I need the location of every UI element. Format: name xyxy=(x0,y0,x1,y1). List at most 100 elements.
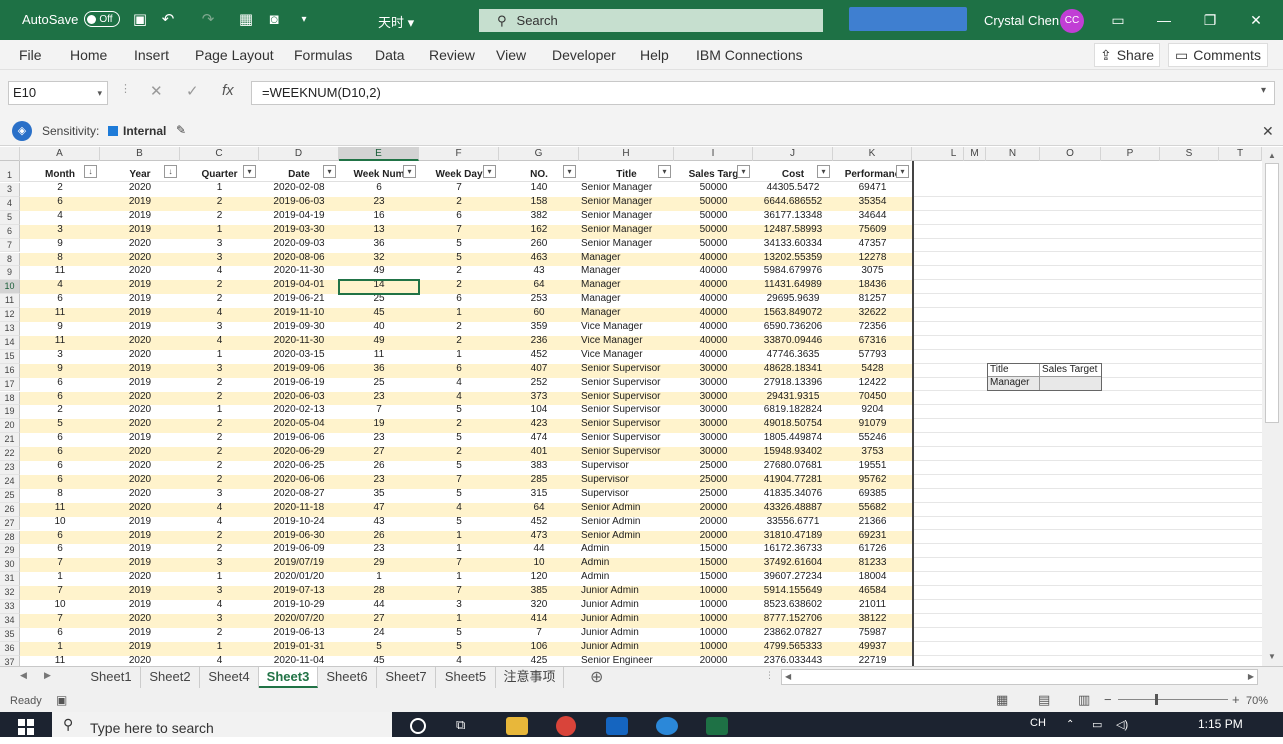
column-header-b[interactable]: B xyxy=(100,147,180,161)
cell[interactable]: 2019-04-01 xyxy=(259,280,339,294)
cell[interactable]: 2019-09-30 xyxy=(259,322,339,336)
cell[interactable]: 69385 xyxy=(833,489,912,503)
cell[interactable]: 2 xyxy=(180,475,259,489)
horizontal-scrollbar[interactable]: ◀ ▶ xyxy=(781,669,1258,685)
cell[interactable]: 2019 xyxy=(100,531,180,545)
cell[interactable]: 2020 xyxy=(100,266,180,280)
cell[interactable]: 2019 xyxy=(100,517,180,531)
cell[interactable]: 6 xyxy=(20,461,100,475)
row-header[interactable]: 32 xyxy=(0,586,20,600)
cell[interactable]: 2 xyxy=(180,280,259,294)
cell[interactable]: 2 xyxy=(180,197,259,211)
enter-icon[interactable]: ✓ xyxy=(186,82,199,100)
row-header[interactable]: 22 xyxy=(0,447,20,461)
cell[interactable]: 60 xyxy=(499,308,579,322)
cell[interactable]: Vice Manager xyxy=(579,350,674,364)
cell[interactable]: 15000 xyxy=(674,544,753,558)
cell[interactable]: 45 xyxy=(339,656,419,666)
cell[interactable]: 2019 xyxy=(100,558,180,572)
row-header[interactable]: 6 xyxy=(0,224,20,239)
cell[interactable]: 1 xyxy=(180,572,259,586)
cell[interactable]: 44305.5472 xyxy=(753,183,833,197)
cell[interactable]: 4 xyxy=(180,600,259,614)
cell[interactable]: 2020 xyxy=(100,475,180,489)
cell[interactable]: 91079 xyxy=(833,419,912,433)
cell[interactable]: Senior Manager xyxy=(579,197,674,211)
cell[interactable]: 3 xyxy=(180,239,259,253)
cell[interactable]: Senior Supervisor xyxy=(579,405,674,419)
name-box[interactable]: E10 ▾ xyxy=(8,81,108,105)
cell[interactable]: 9204 xyxy=(833,405,912,419)
cell[interactable]: 6 xyxy=(20,544,100,558)
filter-dropdown-icon[interactable]: ↓ xyxy=(84,165,97,178)
filter-dropdown-icon[interactable]: ▾ xyxy=(243,165,256,178)
cell[interactable]: 5 xyxy=(419,253,499,267)
cell[interactable]: 1 xyxy=(180,183,259,197)
row-header[interactable]: 29 xyxy=(0,544,20,559)
cell[interactable]: Senior Manager xyxy=(579,211,674,225)
cell[interactable]: 2020-08-06 xyxy=(259,253,339,267)
cell[interactable]: Supervisor xyxy=(579,489,674,503)
cell[interactable]: 15948.93402 xyxy=(753,447,833,461)
cell[interactable]: 2 xyxy=(180,294,259,308)
cell[interactable]: Manager xyxy=(579,266,674,280)
search-box[interactable]: ⚲ Search xyxy=(479,9,823,32)
cell[interactable]: 6819.182824 xyxy=(753,405,833,419)
vertical-scrollbar[interactable]: ▲ ▼ xyxy=(1262,147,1283,666)
cell[interactable]: 2019/07/19 xyxy=(259,558,339,572)
empty-row[interactable] xyxy=(914,308,1262,322)
row-header[interactable]: 17 xyxy=(0,377,20,392)
empty-row[interactable] xyxy=(914,294,1262,309)
cell[interactable]: 2020 xyxy=(100,350,180,364)
cell[interactable]: 1 xyxy=(180,225,259,239)
cell[interactable]: 2 xyxy=(419,197,499,211)
column-header-p[interactable]: P xyxy=(1101,147,1160,161)
cell[interactable]: 49937 xyxy=(833,642,912,656)
sheet-tab[interactable]: Sheet4 xyxy=(200,667,259,688)
empty-row[interactable] xyxy=(914,336,1262,350)
cell[interactable]: Senior Supervisor xyxy=(579,392,674,406)
cell[interactable]: Supervisor xyxy=(579,461,674,475)
page-break-view-icon[interactable]: ▥ xyxy=(1078,692,1090,708)
cell[interactable]: 8523.638602 xyxy=(753,600,833,614)
save-icon[interactable]: ▣ xyxy=(130,10,150,30)
cell[interactable]: 23 xyxy=(339,392,419,406)
cell[interactable]: 47357 xyxy=(833,239,912,253)
cell[interactable]: Senior Supervisor xyxy=(579,364,674,378)
cell[interactable]: 260 xyxy=(499,239,579,253)
cell[interactable]: 75609 xyxy=(833,225,912,239)
active-cell[interactable] xyxy=(338,279,420,296)
cell[interactable]: Junior Admin xyxy=(579,628,674,642)
cell[interactable]: 253 xyxy=(499,294,579,308)
cell[interactable]: 11 xyxy=(20,266,100,280)
cell[interactable]: 26 xyxy=(339,531,419,545)
cell[interactable]: 423 xyxy=(499,419,579,433)
cell[interactable]: Senior Admin xyxy=(579,503,674,517)
cell[interactable]: 2019 xyxy=(100,211,180,225)
outlook-icon[interactable] xyxy=(606,717,628,735)
cell[interactable]: 20000 xyxy=(674,531,753,545)
page-layout-view-icon[interactable]: ▤ xyxy=(1038,692,1050,708)
cell[interactable]: 69471 xyxy=(833,183,912,197)
cell[interactable]: Admin xyxy=(579,558,674,572)
row-header[interactable]: 28 xyxy=(0,530,20,545)
cell[interactable]: 6 xyxy=(20,475,100,489)
empty-row[interactable] xyxy=(914,600,1262,614)
cell[interactable]: 23 xyxy=(339,197,419,211)
cell[interactable]: 44 xyxy=(499,544,579,558)
cell[interactable]: Senior Supervisor xyxy=(579,447,674,461)
cell[interactable]: 2020-05-04 xyxy=(259,419,339,433)
cell[interactable]: 12487.58993 xyxy=(753,225,833,239)
cell[interactable]: 2019-10-29 xyxy=(259,600,339,614)
cell[interactable]: 6 xyxy=(20,378,100,392)
cell[interactable]: 1 xyxy=(180,405,259,419)
cell[interactable]: 452 xyxy=(499,517,579,531)
cell[interactable]: Admin xyxy=(579,544,674,558)
cell[interactable]: 27918.13396 xyxy=(753,378,833,392)
cell[interactable]: 2019-06-21 xyxy=(259,294,339,308)
cell[interactable]: 11 xyxy=(20,656,100,666)
cell[interactable]: 69231 xyxy=(833,531,912,545)
cell[interactable]: 2 xyxy=(180,628,259,642)
cell[interactable]: 49 xyxy=(339,266,419,280)
cell[interactable]: 2020-11-04 xyxy=(259,656,339,666)
